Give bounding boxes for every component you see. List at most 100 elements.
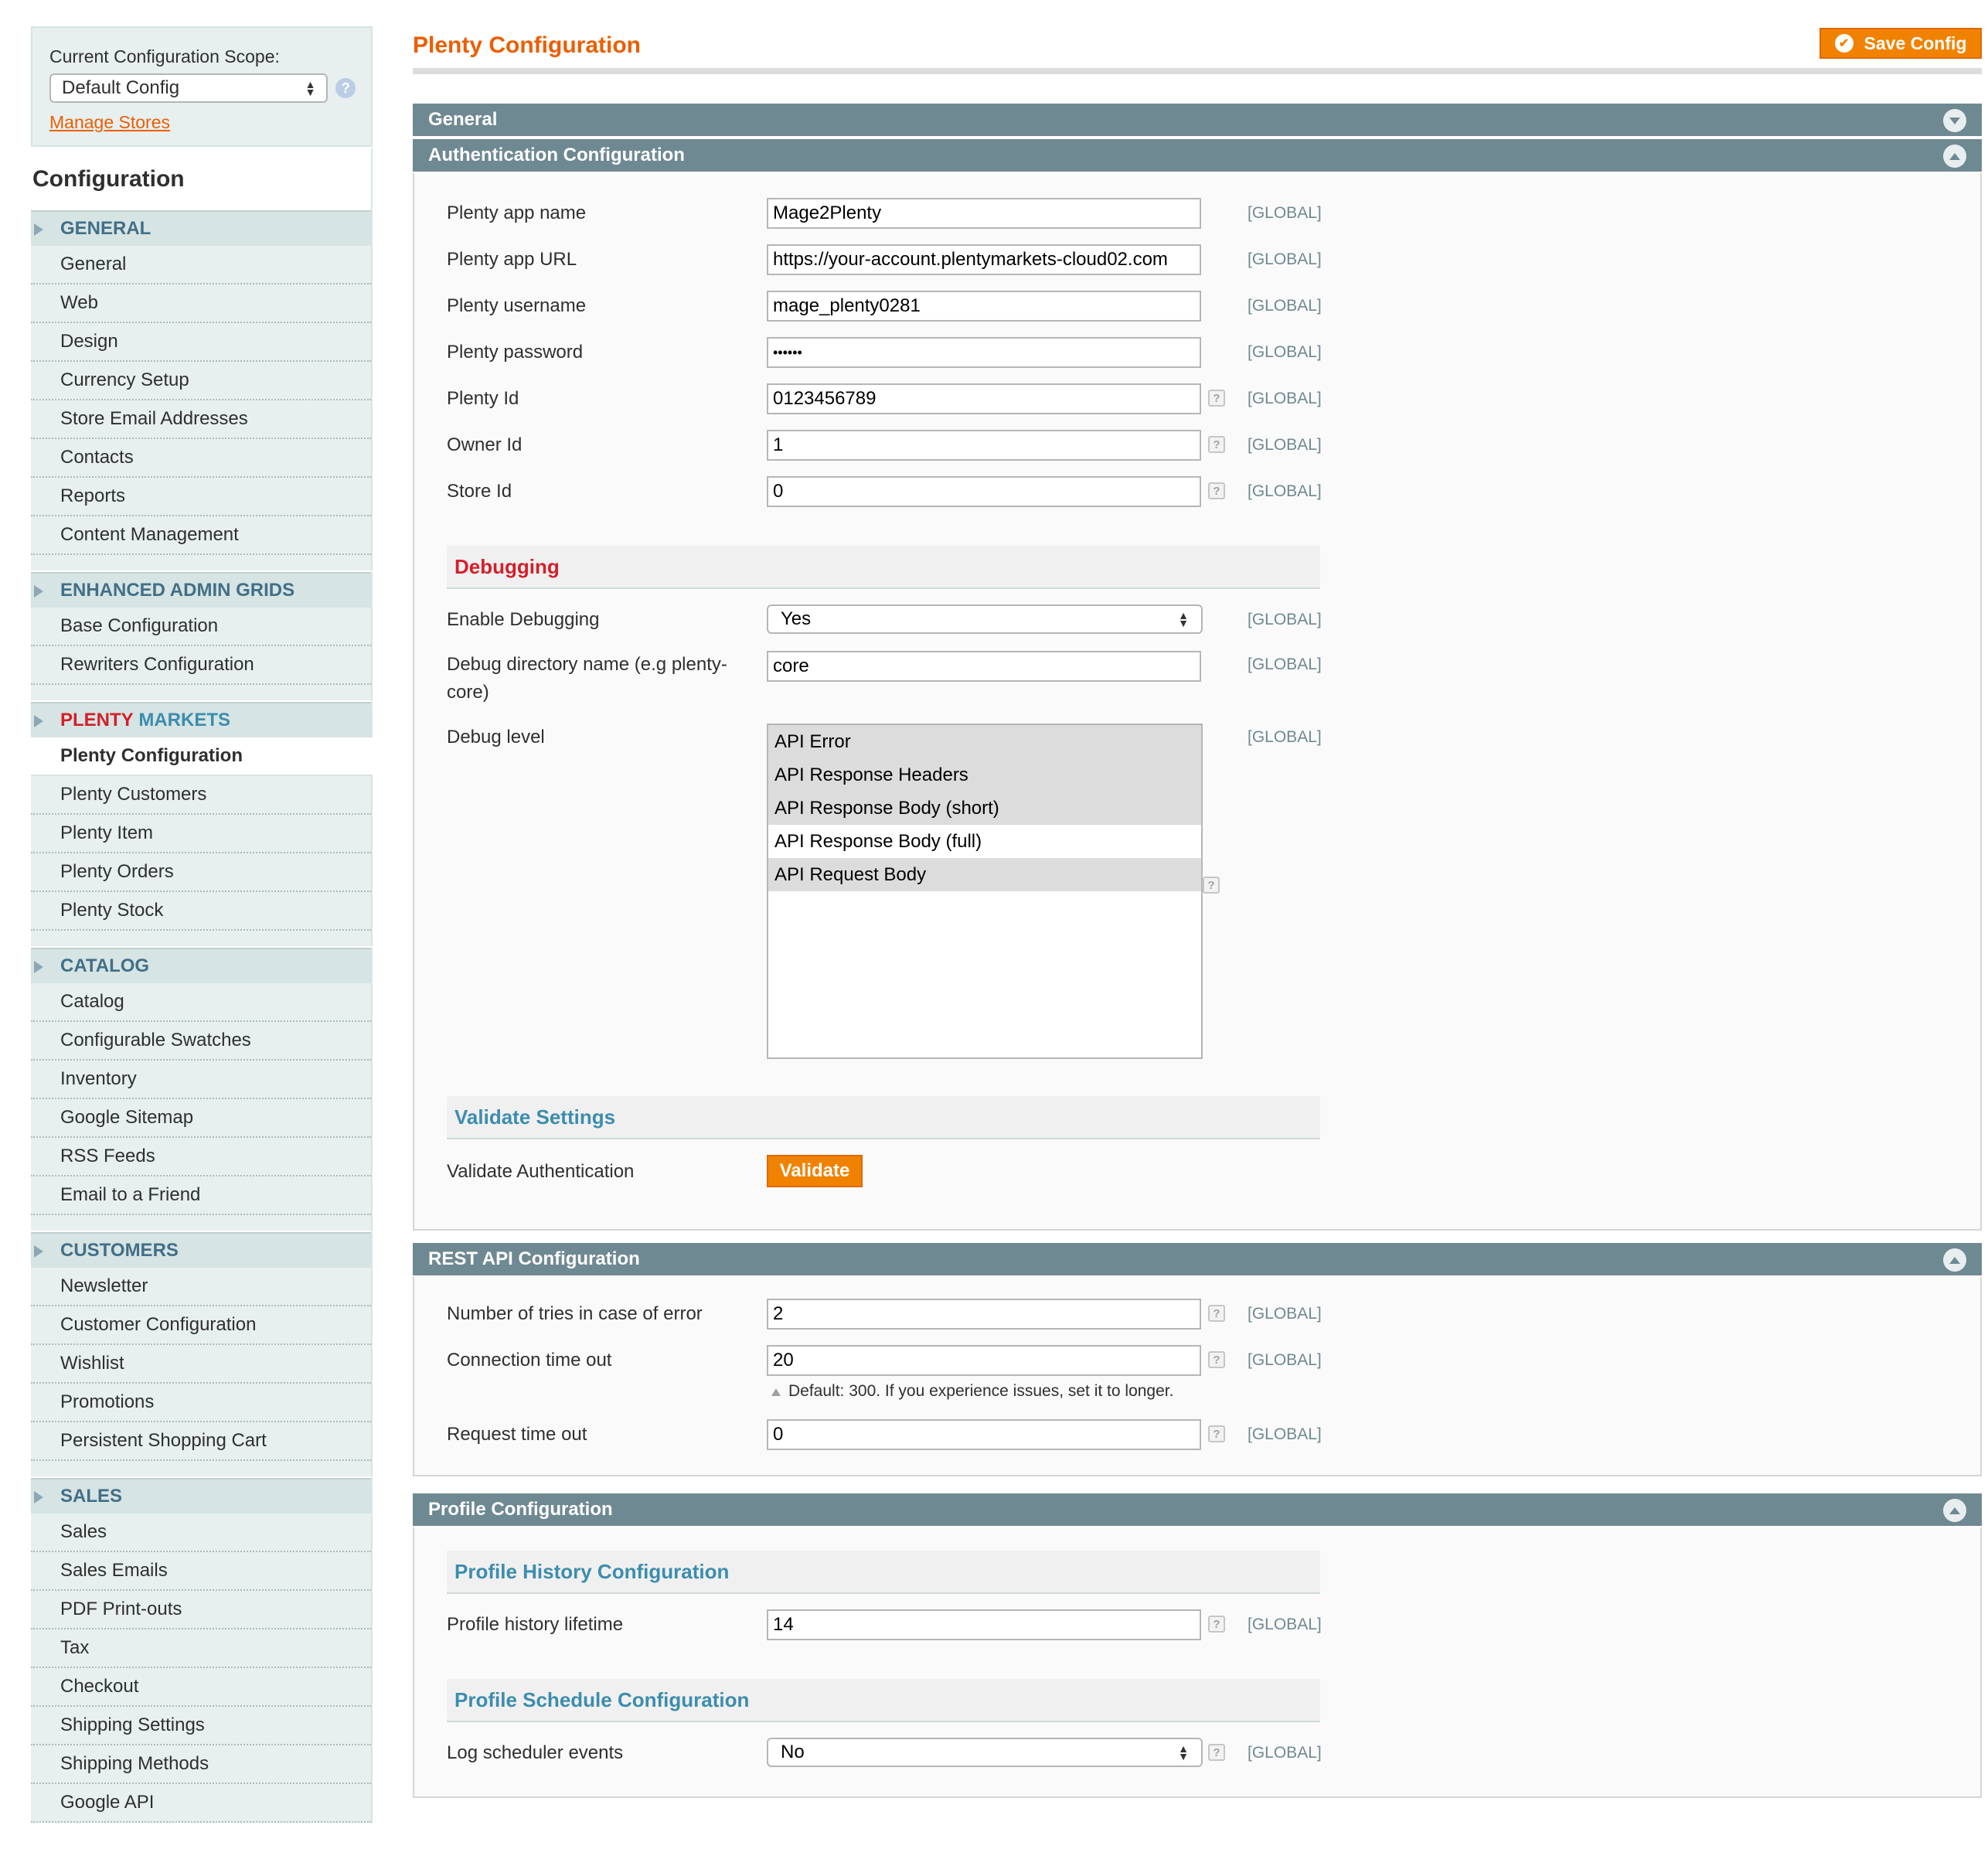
nav-item-reports[interactable]: Reports bbox=[31, 478, 371, 516]
nav-item-rss-feeds[interactable]: RSS Feeds bbox=[31, 1138, 371, 1176]
debug-level-multiselect[interactable]: API Error API Response Headers API Respo… bbox=[767, 724, 1203, 1059]
label-enable-debugging: Enable Debugging bbox=[447, 609, 600, 630]
nav-item-currency-setup[interactable]: Currency Setup bbox=[31, 362, 371, 400]
nav-item-plenty-configuration[interactable]: Plenty Configuration bbox=[31, 737, 373, 776]
scope-tag: [GLOBAL] bbox=[1248, 611, 1322, 628]
store-id-input[interactable]: 0 bbox=[767, 476, 1201, 507]
nav-group-general: GENERAL General Web Design Currency Setu… bbox=[31, 210, 373, 572]
debug-level-option[interactable]: API Response Body (short) bbox=[768, 792, 1201, 825]
nav-item-store-email-addresses[interactable]: Store Email Addresses bbox=[31, 400, 371, 439]
debug-level-option[interactable]: API Response Body (full) bbox=[768, 825, 1201, 858]
username-input[interactable]: mage_plenty0281 bbox=[767, 291, 1201, 322]
help-icon[interactable]: ? bbox=[1208, 390, 1225, 407]
label-request-timeout: Request time out bbox=[447, 1424, 587, 1445]
profile-history-lifetime-input[interactable]: 14 bbox=[767, 1609, 1201, 1640]
nav-item-pdf-print-outs[interactable]: PDF Print-outs bbox=[31, 1591, 371, 1629]
label-password: Plenty password bbox=[447, 342, 584, 363]
nav-item-checkout[interactable]: Checkout bbox=[31, 1668, 371, 1707]
nav-item-configurable-swatches[interactable]: Configurable Swatches bbox=[31, 1022, 371, 1061]
help-icon[interactable]: ? bbox=[335, 78, 356, 98]
scope-tag: [GLOBAL] bbox=[1248, 728, 1322, 746]
section-rest-header[interactable]: REST API Configuration bbox=[413, 1243, 1982, 1277]
nav-item-shipping-methods[interactable]: Shipping Methods bbox=[31, 1745, 371, 1784]
nav-item-web[interactable]: Web bbox=[31, 284, 371, 323]
nav-item-design[interactable]: Design bbox=[31, 323, 371, 362]
validate-button[interactable]: Validate bbox=[767, 1155, 863, 1187]
triangle-icon bbox=[34, 961, 43, 973]
expand-icon[interactable] bbox=[1943, 109, 1966, 132]
password-input[interactable]: •••••• bbox=[767, 337, 1201, 368]
nav-item-plenty-item[interactable]: Plenty Item bbox=[31, 815, 371, 853]
label-tries: Number of tries in case of error bbox=[447, 1303, 703, 1324]
nav-item-plenty-customers[interactable]: Plenty Customers bbox=[31, 776, 371, 815]
help-icon[interactable]: ? bbox=[1208, 1351, 1225, 1368]
label-app-name: Plenty app name bbox=[447, 203, 587, 223]
nav-item-catalog[interactable]: Catalog bbox=[31, 983, 371, 1022]
debug-level-option[interactable]: API Response Headers bbox=[768, 758, 1201, 792]
nav-item-general[interactable]: General bbox=[31, 246, 371, 284]
request-timeout-input[interactable]: 0 bbox=[767, 1419, 1201, 1450]
nav-item-promotions[interactable]: Promotions bbox=[31, 1384, 371, 1422]
help-icon[interactable]: ? bbox=[1208, 1425, 1225, 1442]
help-icon[interactable]: ? bbox=[1208, 1744, 1225, 1761]
debug-level-option[interactable]: API Request Body bbox=[768, 858, 1201, 891]
nav-item-plenty-stock[interactable]: Plenty Stock bbox=[31, 892, 371, 931]
nav-group-header[interactable]: ENHANCED ADMIN GRIDS bbox=[31, 572, 371, 608]
select-arrows-icon: ▲ ▼ bbox=[1178, 1742, 1189, 1762]
enable-debugging-select[interactable]: Yes ▲ ▼ bbox=[767, 604, 1203, 634]
nav-item-base-configuration[interactable]: Base Configuration bbox=[31, 608, 371, 646]
nav-group-header[interactable]: GENERAL bbox=[31, 210, 371, 246]
debug-directory-input[interactable]: core bbox=[767, 651, 1201, 682]
section-profile-header[interactable]: Profile Configuration bbox=[413, 1493, 1982, 1527]
nav-item-google-api[interactable]: Google API bbox=[31, 1784, 371, 1823]
nav-item-customer-configuration[interactable]: Customer Configuration bbox=[31, 1306, 371, 1345]
nav-item-wishlist[interactable]: Wishlist bbox=[31, 1345, 371, 1384]
scope-tag: [GLOBAL] bbox=[1248, 1744, 1322, 1762]
nav-item-inventory[interactable]: Inventory bbox=[31, 1061, 371, 1099]
scope-select[interactable]: Default Config ▲ ▼ bbox=[49, 73, 328, 103]
help-icon[interactable]: ? bbox=[1208, 482, 1225, 499]
app-url-input[interactable]: https://your-account.plentymarkets-cloud… bbox=[767, 244, 1201, 275]
nav-item-tax[interactable]: Tax bbox=[31, 1629, 371, 1668]
nav-item-rewriters-configuration[interactable]: Rewriters Configuration bbox=[31, 646, 371, 685]
nav-item-content-management[interactable]: Content Management bbox=[31, 516, 371, 555]
nav-group-title: CUSTOMERS bbox=[60, 1240, 179, 1261]
profile-schedule-heading: Profile Schedule Configuration bbox=[447, 1679, 1320, 1722]
connection-timeout-input[interactable]: 20 bbox=[767, 1345, 1201, 1376]
plenty-id-input[interactable]: 0123456789 bbox=[767, 383, 1201, 414]
nav-item-sales[interactable]: Sales bbox=[31, 1514, 371, 1552]
help-icon[interactable]: ? bbox=[1208, 1616, 1225, 1633]
nav-item-sales-emails[interactable]: Sales Emails bbox=[31, 1552, 371, 1591]
nav-group-header[interactable]: PLENTY MARKETS bbox=[31, 702, 371, 737]
select-arrows-icon: ▲ ▼ bbox=[1178, 609, 1189, 629]
collapse-icon[interactable] bbox=[1943, 1248, 1966, 1272]
debugging-heading: Debugging bbox=[447, 546, 1320, 589]
section-auth-header[interactable]: Authentication Configuration bbox=[413, 139, 1982, 173]
collapse-icon[interactable] bbox=[1943, 1499, 1966, 1522]
collapse-icon[interactable] bbox=[1943, 145, 1966, 168]
help-icon[interactable]: ? bbox=[1203, 877, 1220, 894]
nav-item-email-to-a-friend[interactable]: Email to a Friend bbox=[31, 1176, 371, 1215]
app-name-input[interactable]: Mage2Plenty bbox=[767, 198, 1201, 229]
nav-group-header[interactable]: SALES bbox=[31, 1478, 371, 1514]
nav-item-contacts[interactable]: Contacts bbox=[31, 439, 371, 478]
help-icon[interactable]: ? bbox=[1208, 1305, 1225, 1322]
nav-group-header[interactable]: CUSTOMERS bbox=[31, 1232, 371, 1268]
scope-tag: [GLOBAL] bbox=[1248, 655, 1322, 673]
section-general-header[interactable]: General bbox=[413, 104, 1982, 138]
section-profile-body: Profile History Configuration Profile hi… bbox=[413, 1527, 1982, 1798]
save-config-button[interactable]: ✔ Save Config bbox=[1819, 28, 1982, 59]
nav-group-header[interactable]: CATALOG bbox=[31, 948, 371, 983]
help-icon[interactable]: ? bbox=[1208, 436, 1225, 453]
scope-tag: [GLOBAL] bbox=[1248, 436, 1322, 454]
nav-item-plenty-orders[interactable]: Plenty Orders bbox=[31, 853, 371, 892]
nav-item-newsletter[interactable]: Newsletter bbox=[31, 1268, 371, 1306]
owner-id-input[interactable]: 1 bbox=[767, 430, 1201, 461]
manage-stores-link[interactable]: Manage Stores bbox=[49, 112, 170, 133]
debug-level-option[interactable]: API Error bbox=[768, 725, 1201, 758]
log-scheduler-events-select[interactable]: No ▲ ▼ bbox=[767, 1738, 1203, 1767]
nav-item-persistent-shopping-cart[interactable]: Persistent Shopping Cart bbox=[31, 1422, 371, 1461]
tries-input[interactable]: 2 bbox=[767, 1299, 1201, 1330]
nav-item-google-sitemap[interactable]: Google Sitemap bbox=[31, 1099, 371, 1138]
nav-item-shipping-settings[interactable]: Shipping Settings bbox=[31, 1707, 371, 1745]
